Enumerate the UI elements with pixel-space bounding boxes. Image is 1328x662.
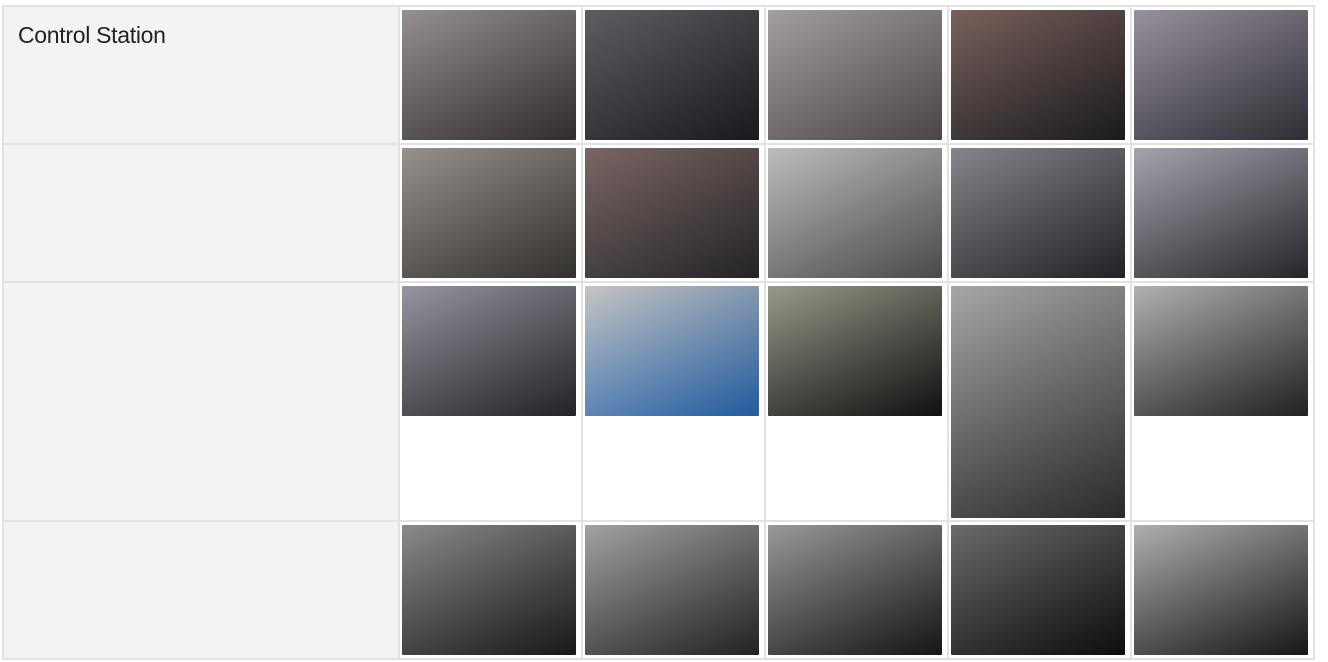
photo-gallery-table: Control Station bbox=[2, 5, 1315, 660]
photo-thumbnail[interactable] bbox=[402, 10, 576, 140]
photo-cell bbox=[947, 143, 1132, 283]
photo-thumbnail[interactable] bbox=[768, 286, 942, 416]
photo-cell bbox=[1130, 143, 1315, 283]
section-label-cell: Control Station bbox=[2, 5, 400, 145]
photo-thumbnail[interactable] bbox=[585, 286, 759, 416]
photo-cell bbox=[764, 281, 949, 522]
photo-cell bbox=[947, 281, 1132, 522]
photo-cell bbox=[1130, 520, 1315, 660]
photo-cell bbox=[764, 520, 949, 660]
photo-thumbnail[interactable] bbox=[768, 148, 942, 278]
photo-thumbnail[interactable] bbox=[1134, 10, 1308, 140]
photo-cell bbox=[398, 143, 583, 283]
photo-thumbnail[interactable] bbox=[402, 148, 576, 278]
empty-label-cell bbox=[2, 281, 400, 522]
photo-cell bbox=[398, 281, 583, 522]
photo-thumbnail[interactable] bbox=[402, 286, 576, 416]
photo-thumbnail[interactable] bbox=[585, 525, 759, 655]
photo-thumbnail[interactable] bbox=[951, 10, 1125, 140]
photo-cell bbox=[764, 143, 949, 283]
photo-thumbnail[interactable] bbox=[951, 286, 1125, 518]
photo-thumbnail[interactable] bbox=[1134, 286, 1308, 416]
photo-cell bbox=[581, 5, 766, 145]
photo-cell bbox=[398, 5, 583, 145]
photo-cell bbox=[1130, 5, 1315, 145]
empty-label-cell bbox=[2, 143, 400, 283]
photo-thumbnail[interactable] bbox=[1134, 148, 1308, 278]
photo-cell bbox=[581, 143, 766, 283]
gallery-row bbox=[2, 143, 1315, 283]
photo-thumbnail[interactable] bbox=[585, 10, 759, 140]
photo-cell bbox=[581, 281, 766, 522]
photo-thumbnail[interactable] bbox=[951, 148, 1125, 278]
gallery-row bbox=[2, 281, 1315, 522]
photo-cell bbox=[764, 5, 949, 145]
gallery-row bbox=[2, 520, 1315, 660]
photo-thumbnail[interactable] bbox=[951, 525, 1125, 655]
photo-thumbnail[interactable] bbox=[1134, 525, 1308, 655]
photo-cell bbox=[947, 5, 1132, 145]
photo-cell bbox=[581, 520, 766, 660]
photo-thumbnail[interactable] bbox=[768, 525, 942, 655]
photo-thumbnail[interactable] bbox=[768, 10, 942, 140]
photo-cell bbox=[1130, 281, 1315, 522]
photo-thumbnail[interactable] bbox=[402, 525, 576, 655]
photo-cell bbox=[398, 520, 583, 660]
photo-thumbnail[interactable] bbox=[585, 148, 759, 278]
empty-label-cell bbox=[2, 520, 400, 660]
section-label: Control Station bbox=[18, 22, 166, 48]
gallery-row: Control Station bbox=[2, 5, 1315, 145]
photo-cell bbox=[947, 520, 1132, 660]
